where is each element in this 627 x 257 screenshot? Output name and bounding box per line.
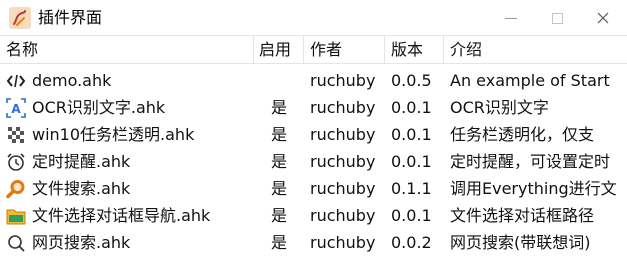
plugin-name: 文件选择对话框导航.ahk xyxy=(32,206,211,225)
code-icon xyxy=(6,71,26,91)
plugin-enabled: 是 xyxy=(270,179,287,198)
plugin-version: 0.1.1 xyxy=(391,179,432,198)
plugin-name: 定时提醒.ahk xyxy=(32,152,131,171)
plugin-name: 文件搜索.ahk xyxy=(32,179,131,198)
plugin-name: demo.ahk xyxy=(32,71,112,90)
column-header-author[interactable]: 作者 xyxy=(304,36,385,64)
plugin-author: ruchuby xyxy=(310,233,376,252)
list-item[interactable]: A OCR识别文字.ahk 是 ruchuby 0.0.1 OCR识别文字 xyxy=(0,94,627,121)
plugin-name: 网页搜索.ahk xyxy=(32,233,131,252)
pen-logo-icon xyxy=(9,7,31,29)
plugin-version: 0.0.1 xyxy=(391,206,432,225)
plugin-description: 定时提醒，可设置定时 xyxy=(450,152,611,171)
window-title: 插件界面 xyxy=(38,8,103,27)
plugin-description: OCR识别文字 xyxy=(450,98,549,117)
maximize-icon xyxy=(551,12,563,24)
plugin-name: OCR识别文字.ahk xyxy=(32,98,166,117)
plugin-description: 网页搜索(带联想词) xyxy=(450,233,591,252)
plugin-version: 0.0.1 xyxy=(391,152,432,171)
plugin-description: 任务栏透明化，仅支 xyxy=(450,125,595,144)
maximize-button[interactable] xyxy=(534,0,580,36)
column-header-enabled[interactable]: 启用 xyxy=(254,36,304,64)
orange-search-icon xyxy=(6,179,26,199)
plugin-description: 调用Everything进行文 xyxy=(450,179,617,198)
plugin-enabled xyxy=(254,67,304,94)
plugin-author: ruchuby xyxy=(310,98,376,117)
plugin-author: ruchuby xyxy=(310,206,376,225)
plugin-enabled: 是 xyxy=(270,98,287,117)
close-icon xyxy=(597,12,609,24)
column-header-name[interactable]: 名称 xyxy=(0,36,254,64)
close-button[interactable] xyxy=(580,0,626,36)
plugin-version: 0.0.1 xyxy=(391,125,432,144)
list-item[interactable]: 定时提醒.ahk 是 ruchuby 0.0.1 定时提醒，可设置定时 xyxy=(0,148,627,175)
search-icon xyxy=(6,233,26,253)
list-item[interactable]: 网页搜索.ahk 是 ruchuby 0.0.2 网页搜索(带联想词) xyxy=(0,229,627,256)
plugin-version: 0.0.5 xyxy=(391,71,432,90)
title-bar[interactable]: 插件界面 xyxy=(0,0,627,36)
plugin-enabled: 是 xyxy=(270,206,287,225)
plugin-enabled: 是 xyxy=(270,152,287,171)
svg-text:A: A xyxy=(11,102,21,116)
plugin-description: An example of Start xyxy=(450,71,610,90)
plugin-author: ruchuby xyxy=(310,152,376,171)
alarm-clock-icon xyxy=(6,152,26,172)
list-item[interactable]: 文件选择对话框导航.ahk 是 ruchuby 0.0.1 文件选择对话框路径 xyxy=(0,202,627,229)
plugin-description: 文件选择对话框路径 xyxy=(450,206,595,225)
plugin-author: ruchuby xyxy=(310,179,376,198)
list-item[interactable]: win10任务栏透明.ahk 是 ruchuby 0.0.1 任务栏透明化，仅支 xyxy=(0,121,627,148)
column-header-version[interactable]: 版本 xyxy=(385,36,444,64)
plugin-version: 0.0.1 xyxy=(391,98,432,117)
checkerboard-icon xyxy=(6,125,26,145)
plugin-name: win10任务栏透明.ahk xyxy=(32,125,195,144)
plugin-author: ruchuby xyxy=(310,125,376,144)
plugin-enabled: 是 xyxy=(270,233,287,252)
plugin-window: 插件界面 名称 启用 作者 版本 介绍 demo.ahk ruchuby 0.0… xyxy=(0,0,627,257)
list-item[interactable]: 文件搜索.ahk 是 ruchuby 0.1.1 调用Everything进行文 xyxy=(0,175,627,202)
folder-icon xyxy=(6,206,26,226)
minimize-icon xyxy=(505,17,517,19)
list-item[interactable]: demo.ahk ruchuby 0.0.5 An example of Sta… xyxy=(0,67,627,94)
plugin-version: 0.0.2 xyxy=(391,233,432,252)
plugin-author: ruchuby xyxy=(310,71,376,90)
column-header-description[interactable]: 介绍 xyxy=(444,36,627,64)
list-header: 名称 启用 作者 版本 介绍 xyxy=(0,36,627,64)
minimize-button[interactable] xyxy=(488,0,534,36)
plugin-list[interactable]: demo.ahk ruchuby 0.0.5 An example of Sta… xyxy=(0,65,627,257)
ocr-text-icon: A xyxy=(6,98,26,118)
plugin-enabled: 是 xyxy=(270,125,287,144)
